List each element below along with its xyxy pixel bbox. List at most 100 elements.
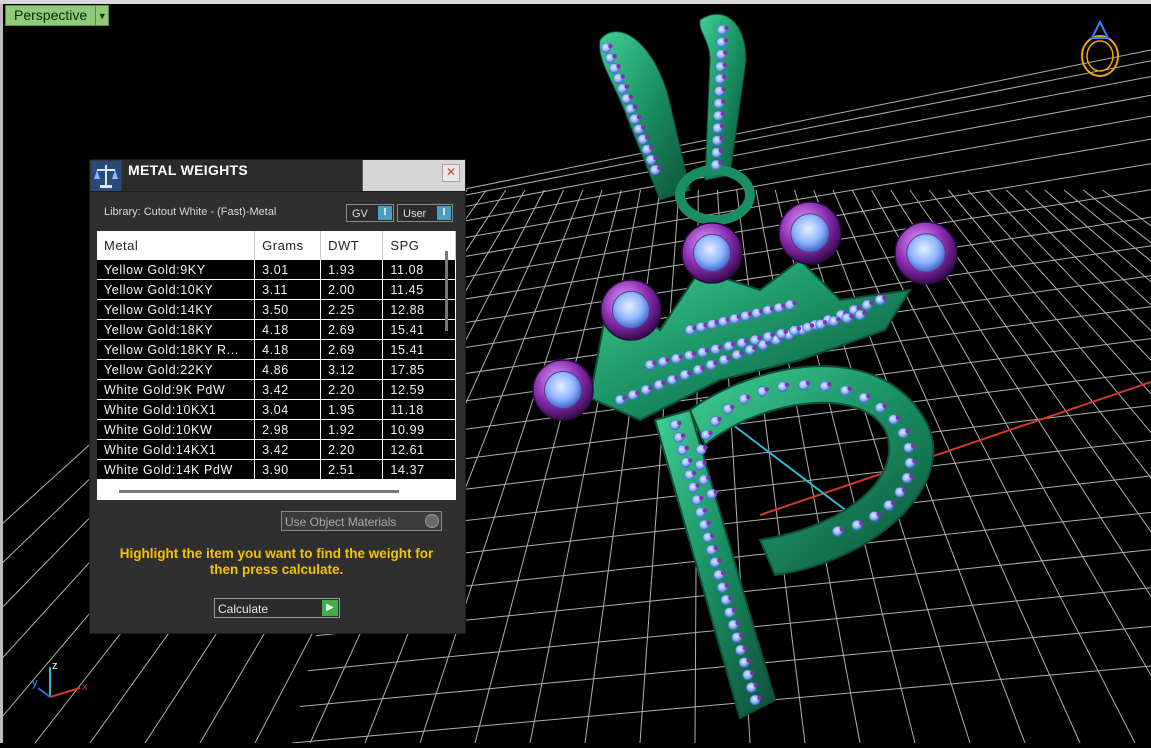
user-select[interactable]: User I (397, 204, 453, 222)
table-row[interactable]: Yellow Gold:14KY3.502.2512.88 (97, 300, 456, 320)
table-row[interactable]: White Gold:10KX13.041.9511.18 (97, 400, 456, 420)
viewport-label[interactable]: Perspective ▼ (5, 5, 109, 26)
user-select-value: User (403, 208, 426, 220)
prong (720, 112, 724, 116)
prong (723, 63, 727, 67)
table-row[interactable]: Yellow Gold:10KY3.112.0011.45 (97, 280, 456, 300)
prong (679, 355, 683, 359)
prong (722, 75, 726, 79)
prong (714, 546, 718, 550)
prong (806, 381, 810, 385)
left-edge (0, 4, 3, 743)
cell-dwt: 2.51 (321, 460, 383, 480)
grid-line (530, 190, 641, 743)
bezel-gem (544, 371, 581, 408)
table-row[interactable]: Yellow Gold:22KY4.863.1217.85 (97, 360, 456, 380)
cell-dwt: 2.20 (321, 440, 383, 460)
column-header-metal[interactable]: Metal (97, 231, 255, 260)
prong (744, 339, 748, 343)
grid-line (1006, 190, 1151, 743)
axis-z-label: z (52, 660, 58, 672)
prong (770, 333, 774, 337)
toggle-knob-icon[interactable] (425, 514, 439, 528)
cell-metal: White Gold:10KW (97, 420, 255, 440)
prong (622, 396, 626, 400)
table-row[interactable]: Yellow Gold:18KY4.182.6915.41 (97, 320, 456, 340)
vertical-scrollbar[interactable] (445, 251, 448, 331)
unit-dropdown-icon[interactable]: I (378, 206, 392, 220)
use-object-materials-label: Use Object Materials (285, 515, 396, 529)
use-object-materials-toggle[interactable]: Use Object Materials (281, 511, 442, 531)
calculate-button[interactable]: Calculate ▶ (214, 598, 340, 618)
prong (721, 571, 725, 575)
cell-spg: 10.99 (383, 420, 456, 440)
prong (657, 166, 661, 170)
prong (718, 161, 722, 165)
prong (688, 458, 692, 462)
prong (836, 317, 840, 321)
bezel-gem (693, 234, 730, 271)
grid-line (929, 190, 1151, 743)
cell-metal: White Gold:9K PdW (97, 380, 255, 400)
metal-weights-panel: METAL WEIGHTS ✕ Library: Cutout White - … (89, 159, 466, 634)
cell-dwt: 1.95 (321, 400, 383, 420)
prong (674, 376, 678, 380)
column-header-grams[interactable]: Grams (255, 231, 321, 260)
table-row[interactable]: White Gold:10KW2.981.9210.99 (97, 420, 456, 440)
cell-dwt: 2.25 (321, 300, 383, 320)
prong (641, 125, 645, 129)
cell-grams: 4.18 (255, 320, 321, 340)
chevron-down-icon[interactable]: ▼ (96, 5, 109, 26)
play-icon[interactable]: ▶ (322, 600, 338, 616)
grid-line (460, 50, 1151, 190)
horizontal-scrollbar[interactable] (119, 490, 399, 493)
prong (705, 348, 709, 352)
prong (862, 311, 866, 315)
cell-spg: 11.18 (383, 400, 456, 420)
table-row[interactable]: Yellow Gold:9KY3.011.9311.08 (97, 260, 456, 280)
prong (840, 527, 844, 531)
prong (883, 403, 887, 407)
cell-dwt: 2.00 (321, 280, 383, 300)
prong (718, 345, 722, 349)
prong (652, 361, 656, 365)
prong (717, 558, 721, 562)
prong (724, 26, 728, 30)
prong (653, 156, 657, 160)
user-dropdown-icon[interactable]: I (437, 206, 451, 220)
table-row[interactable]: Yellow Gold:18KY R...4.182.6915.41 (97, 340, 456, 360)
close-icon[interactable]: ✕ (442, 164, 460, 182)
table-row[interactable]: White Gold:9K PdW3.422.2012.59 (97, 380, 456, 400)
prong (706, 521, 710, 525)
table-row[interactable]: White Gold:14KX13.422.2012.61 (97, 440, 456, 460)
grid-line (1064, 190, 1151, 743)
prong (746, 658, 750, 662)
prong (754, 683, 758, 687)
prong (810, 323, 814, 327)
prong (717, 417, 721, 421)
cell-dwt: 1.93 (321, 260, 383, 280)
prong (726, 356, 730, 360)
prong (708, 431, 712, 435)
prong (869, 301, 873, 305)
grid-line (1026, 190, 1151, 743)
metals-table[interactable]: Metal Grams DWT SPG Yellow Gold:9KY3.011… (97, 231, 456, 500)
unit-select[interactable]: GV I (346, 204, 394, 222)
prong (700, 366, 704, 370)
prong (665, 358, 669, 362)
cell-metal: Yellow Gold:9KY (97, 260, 255, 280)
column-header-dwt[interactable]: DWT (321, 231, 383, 260)
prong (752, 346, 756, 350)
view-name[interactable]: Perspective (5, 5, 96, 26)
cell-grams: 4.18 (255, 340, 321, 360)
prong (877, 512, 881, 516)
prong (827, 382, 831, 386)
cell-grams: 3.90 (255, 460, 321, 480)
cell-metal: Yellow Gold:14KY (97, 300, 255, 320)
prong (695, 483, 699, 487)
cell-spg: 14.37 (383, 460, 456, 480)
prong (621, 74, 625, 78)
table-row[interactable]: White Gold:14K PdW3.902.5114.37 (97, 460, 456, 480)
prong (681, 433, 685, 437)
prong (757, 696, 761, 700)
